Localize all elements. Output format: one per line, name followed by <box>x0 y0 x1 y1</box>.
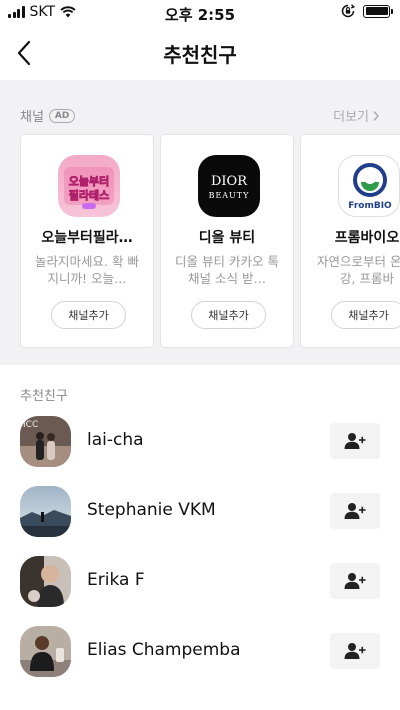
status-right <box>341 4 393 18</box>
add-friend-button[interactable] <box>330 423 380 459</box>
channel-description: 디올 뷰티 카카오 톡 채널 소식 받… <box>175 254 279 286</box>
battery-icon <box>363 4 393 18</box>
channel-logo-frombio: FromBIO <box>338 155 400 217</box>
friend-name: Stephanie VKM <box>87 500 216 520</box>
friend-name: Elias Champemba <box>87 640 241 660</box>
status-time: 오후 2:55 <box>164 6 236 24</box>
friend-row[interactable]: Elias Champemba <box>0 620 400 682</box>
page-title: 추천친구 <box>163 43 237 67</box>
channel-card[interactable]: FromBIO 프롬바이오 자연으로부터 온 건강, 프롬바 채널추가 <box>300 134 400 348</box>
avatar <box>20 556 71 607</box>
add-friend-button[interactable] <box>330 633 380 669</box>
nav-bar: 추천친구 <box>0 26 400 80</box>
add-friend-icon <box>344 503 366 519</box>
avatar <box>20 486 71 537</box>
channel-logo-dior: DIOR BEAUTY <box>198 155 260 217</box>
add-channel-button[interactable]: 채널추가 <box>51 301 126 329</box>
add-friend-icon <box>344 433 366 449</box>
orientation-lock-icon <box>341 4 355 18</box>
more-link-label: 더보기 <box>333 110 369 125</box>
svg-text:ICC: ICC <box>23 420 38 430</box>
friend-row[interactable]: ICC lai-cha <box>0 410 400 472</box>
channel-section-header: 채널 AD <box>20 106 76 125</box>
svg-text:오늘부터: 오늘부터 <box>69 174 109 188</box>
svg-text:필라테스: 필라테스 <box>69 188 109 202</box>
add-friend-icon <box>344 643 366 659</box>
avatar <box>20 626 71 677</box>
channel-logo-pilates: 오늘부터 필라테스 <box>58 155 120 217</box>
friend-name: lai-cha <box>87 430 144 450</box>
friend-row[interactable]: Erika F <box>0 550 400 612</box>
channel-section: 채널 AD 더보기 오늘부터 필라테스 오늘부터필라… 놀라지마세요. 확 빠지… <box>0 80 400 365</box>
more-link[interactable]: 더보기 <box>333 106 380 125</box>
svg-text:BEAUTY: BEAUTY <box>209 191 250 200</box>
battery-level <box>365 7 388 15</box>
status-bar: SKT 오후 2:55 <box>0 0 400 26</box>
friend-name: Erika F <box>87 570 145 590</box>
channel-card-list: 오늘부터 필라테스 오늘부터필라… 놀라지마세요. 확 빠지니까! 오늘… 채널… <box>20 134 400 348</box>
chevron-right-icon <box>373 110 379 121</box>
add-channel-button[interactable]: 채널추가 <box>331 301 400 329</box>
add-friend-button[interactable] <box>330 563 380 599</box>
channel-description: 놀라지마세요. 확 빠지니까! 오늘… <box>35 254 139 286</box>
friend-row[interactable]: Stephanie VKM <box>0 480 400 542</box>
svg-text:DIOR: DIOR <box>211 174 248 189</box>
add-friend-button[interactable] <box>330 493 380 529</box>
channel-name: 프롬바이오 <box>334 230 400 246</box>
recommended-friends-section: 추천친구 ICC lai-cha Stephanie VKM Erika F E… <box>0 365 400 710</box>
channel-card[interactable]: 오늘부터 필라테스 오늘부터필라… 놀라지마세요. 확 빠지니까! 오늘… 채널… <box>20 134 154 348</box>
channel-card[interactable]: DIOR BEAUTY 디올 뷰티 디올 뷰티 카카오 톡 채널 소식 받… 채… <box>160 134 294 348</box>
channel-name: 오늘부터필라… <box>41 230 133 246</box>
add-friend-icon <box>344 573 366 589</box>
channel-name: 디올 뷰티 <box>198 230 256 246</box>
svg-text:FromBIO: FromBIO <box>348 201 392 211</box>
avatar: ICC <box>20 416 71 467</box>
add-channel-button[interactable]: 채널추가 <box>191 301 266 329</box>
channel-description: 자연으로부터 온 건강, 프롬바 <box>317 254 400 286</box>
channel-section-label: 채널 <box>20 110 44 125</box>
ad-badge: AD <box>48 108 76 123</box>
friends-section-label: 추천친구 <box>20 389 68 404</box>
